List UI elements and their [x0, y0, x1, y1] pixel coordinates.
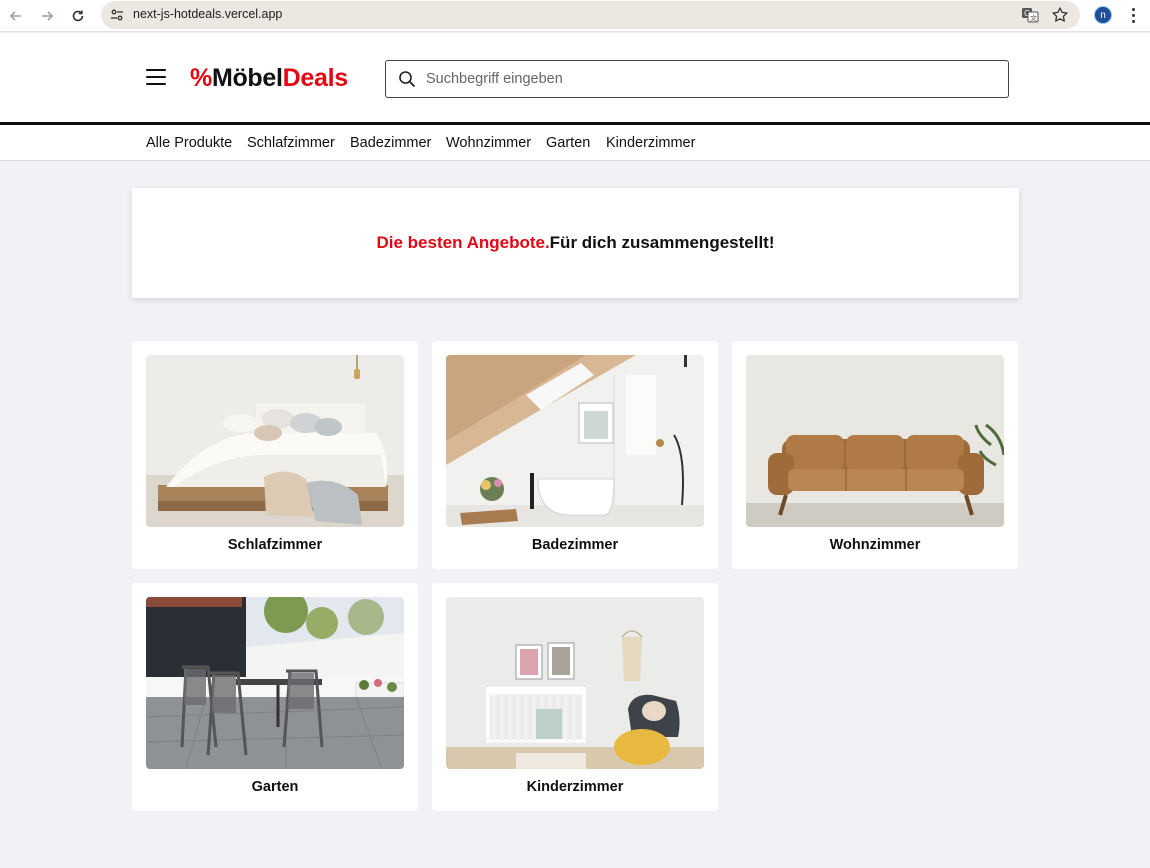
svg-text:文: 文: [1030, 14, 1037, 23]
forward-button[interactable]: [36, 5, 58, 27]
site-info-icon[interactable]: [109, 7, 125, 23]
arrow-right-icon: [42, 11, 54, 21]
card-title: Schlafzimmer: [227, 537, 323, 553]
bathroom-image: [446, 355, 704, 527]
card-title: Kinderzimmer: [526, 779, 624, 795]
garden-image: [146, 597, 404, 769]
translate-icon[interactable]: G文: [1021, 7, 1039, 23]
address-bar[interactable]: next-js-hotdeals.vercel.app G文: [101, 1, 1080, 29]
search-box[interactable]: [385, 60, 1009, 98]
site-logo[interactable]: %MöbelDeals: [190, 64, 348, 93]
back-button[interactable]: [5, 5, 27, 27]
arrow-left-icon: [9, 11, 21, 21]
category-card-wohnzimmer[interactable]: Wohnzimmer: [732, 341, 1018, 569]
kids-room-image: [446, 597, 704, 769]
bedroom-image: [146, 355, 404, 527]
nav-item-alle-produkte[interactable]: Alle Produkte: [146, 135, 232, 151]
category-card-schlafzimmer[interactable]: Schlafzimmer: [132, 341, 418, 569]
nav-item-kinderzimmer[interactable]: Kinderzimmer: [606, 135, 695, 151]
hero-text: Für dich zusammengestellt!: [549, 233, 775, 252]
url-text[interactable]: next-js-hotdeals.vercel.app: [133, 7, 282, 21]
nav-item-badezimmer[interactable]: Badezimmer: [350, 135, 431, 151]
category-nav: Alle Produkte Schlafzimmer Badezimmer Wo…: [0, 125, 1150, 161]
category-card-badezimmer[interactable]: Badezimmer: [432, 341, 718, 569]
category-card-garten[interactable]: Garten: [132, 583, 418, 811]
hamburger-menu-icon[interactable]: [146, 69, 166, 85]
living-room-image: [746, 355, 1004, 527]
category-card-kinderzimmer[interactable]: Kinderzimmer: [432, 583, 718, 811]
card-title: Garten: [251, 779, 299, 795]
profile-avatar[interactable]: n: [1094, 6, 1112, 24]
search-input[interactable]: [426, 61, 996, 97]
site-header: %MöbelDeals: [0, 33, 1150, 123]
card-title: Wohnzimmer: [829, 537, 921, 553]
reload-button[interactable]: [67, 5, 89, 27]
hero-banner: Die besten Angebote. Für dich zusammenges…: [132, 188, 1019, 298]
reload-icon: [72, 10, 84, 22]
nav-item-garten[interactable]: Garten: [546, 135, 590, 151]
search-icon: [399, 71, 415, 87]
browser-menu-icon[interactable]: [1126, 6, 1140, 24]
nav-item-wohnzimmer[interactable]: Wohnzimmer: [446, 135, 531, 151]
bookmark-star-icon[interactable]: [1051, 6, 1069, 24]
nav-item-schlafzimmer[interactable]: Schlafzimmer: [247, 135, 335, 151]
browser-toolbar: next-js-hotdeals.vercel.app G文 n: [0, 0, 1150, 32]
hero-highlight: Die besten Angebote.: [376, 233, 550, 252]
card-title: Badezimmer: [531, 537, 619, 553]
